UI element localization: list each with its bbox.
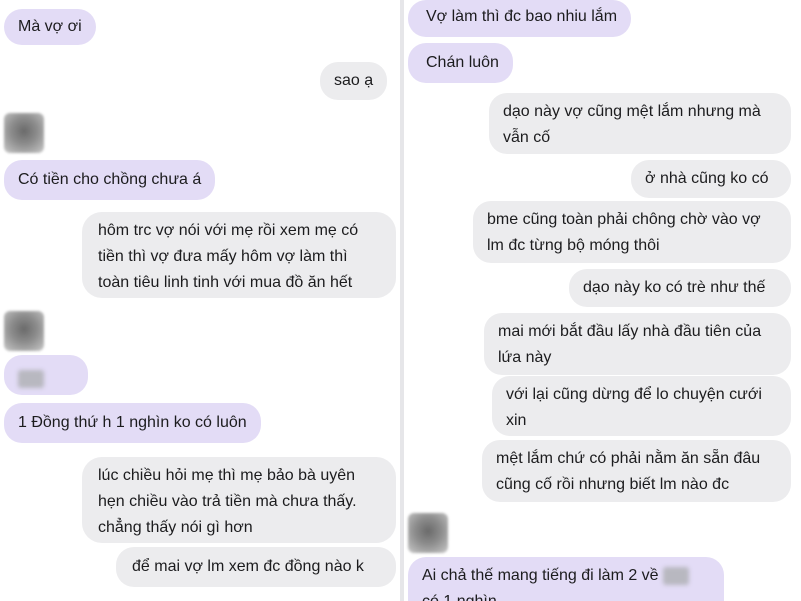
blurred-avatar[interactable]	[4, 311, 44, 351]
outgoing-message[interactable]: hôm trc vợ nói với mẹ rồi xem mẹ có tiền…	[82, 212, 396, 298]
incoming-message[interactable]	[4, 355, 88, 395]
message-line: dạo này vợ cũng mệt lắm nhưng mà	[503, 103, 761, 120]
message-line: với lại cũng dừng để lo chuyện cưới	[506, 386, 762, 403]
message-line: mai mới bắt đầu lấy nhà đầu tiên của	[498, 323, 762, 340]
incoming-message[interactable]: 1 Đồng thứ h 1 nghìn ko có luôn	[4, 403, 261, 443]
message-line: toàn tiêu linh tinh với mua đồ ăn hết	[98, 274, 353, 291]
incoming-message[interactable]: Chán luôn	[408, 43, 513, 83]
incoming-message[interactable]: Có tiền cho chồng chưa á	[4, 160, 216, 200]
outgoing-message[interactable]: bme cũng toàn phải chông chờ vào vợ lm đ…	[473, 201, 791, 263]
outgoing-message[interactable]: với lại cũng dừng để lo chuyện cưới xin	[492, 376, 791, 436]
outgoing-message[interactable]: ở nhà cũng ko có	[631, 160, 791, 198]
message-text: ở nhà cũng ko có	[645, 170, 769, 187]
right-chat-panel: Vợ làm thì đc bao nhiu lắm Chán luôn dạo…	[404, 0, 801, 601]
outgoing-message[interactable]: lúc chiều hỏi mẹ thì mẹ bảo bà uyên hẹn …	[82, 457, 396, 543]
blurred-avatar[interactable]	[408, 513, 448, 553]
message-line: mệt lắm chứ có phải nằm ăn sẵn đâu	[496, 450, 761, 467]
message-text: Vợ làm thì đc bao nhiu lắm	[426, 8, 618, 25]
message-line: lứa này	[498, 349, 552, 366]
outgoing-message[interactable]: mai mới bắt đầu lấy nhà đầu tiên của lứa…	[484, 313, 791, 375]
blurred-avatar[interactable]	[4, 113, 44, 153]
message-line: có 1 nghìn	[422, 589, 710, 601]
message-text: Có tiền cho chồng chưa á	[18, 171, 202, 188]
message-text: Chán luôn	[426, 54, 499, 71]
message-line: tiền thì vợ đưa mấy hôm vợ làm thì	[98, 248, 348, 265]
message-text: để mai vợ lm xem đc đồng nào k	[132, 558, 364, 575]
outgoing-message[interactable]: mệt lắm chứ có phải nằm ăn sẵn đâu cũng …	[482, 440, 791, 502]
message-line: xin	[506, 412, 527, 429]
outgoing-message[interactable]: sao ạ	[320, 62, 388, 100]
message-text: sao ạ	[334, 72, 374, 89]
message-line: chẳng thấy nói gì hơn	[98, 519, 253, 536]
message-text: Mà vợ ơi	[18, 18, 82, 35]
incoming-message[interactable]: Mà vợ ơi	[4, 9, 96, 45]
redacted-text	[18, 369, 44, 388]
message-line: bme cũng toàn phải chông chờ vào vợ	[487, 211, 761, 228]
message-line: hẹn chiều vào trả tiền mà chưa thấy.	[98, 493, 357, 510]
incoming-message[interactable]: Ai chả thế mang tiếng đi làm 2 về có 1 n…	[408, 557, 724, 601]
message-line: cũng cố rồi nhưng biết lm nào đc	[496, 476, 730, 493]
outgoing-message[interactable]: dạo này ko có trè như thế	[569, 269, 791, 307]
outgoing-message[interactable]: để mai vợ lm xem đc đồng nào k	[116, 547, 396, 587]
message-line: lúc chiều hỏi mẹ thì mẹ bảo bà uyên	[98, 467, 356, 484]
message-line: hôm trc vợ nói với mẹ rồi xem mẹ có	[98, 222, 359, 239]
outgoing-message[interactable]: dạo này vợ cũng mệt lắm nhưng mà vẫn cố	[489, 93, 791, 154]
message-line: vẫn cố	[503, 129, 551, 146]
left-chat-panel: Mà vợ ơi sao ạ Có tiền cho chồng chưa á …	[0, 0, 400, 601]
message-line: lm đc từng bộ móng thôi	[487, 237, 660, 254]
redacted-text	[663, 566, 690, 585]
incoming-message[interactable]: Vợ làm thì đc bao nhiu lắm	[408, 0, 632, 37]
message-line: Ai chả thế mang tiếng đi làm 2 về	[422, 563, 710, 589]
message-text: dạo này ko có trè như thế	[583, 279, 766, 296]
message-text: 1 Đồng thứ h 1 nghìn ko có luôn	[18, 414, 247, 431]
